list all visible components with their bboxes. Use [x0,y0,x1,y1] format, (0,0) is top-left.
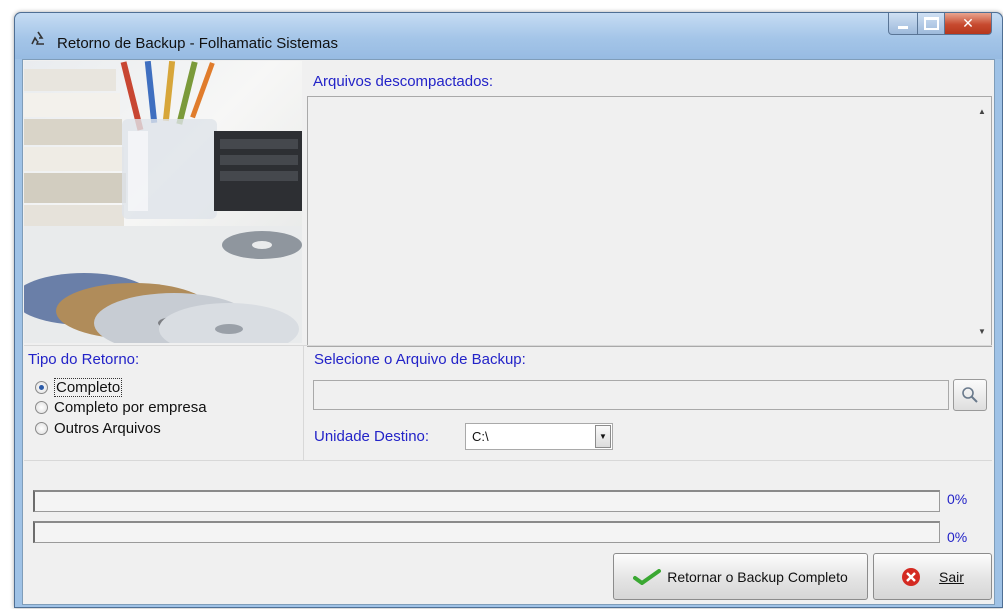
backup-restore-window: Retorno de Backup - Folhamatic Sistemas … [14,12,1003,608]
scroll-down-icon[interactable]: ▼ [978,327,986,336]
destination-label: Unidade Destino: [314,428,430,445]
extracted-files-list[interactable]: ▲ ▼ [307,96,992,347]
close-button[interactable]: ✕ [945,13,992,35]
radio-label: Completo por empresa [54,398,207,416]
minimize-button[interactable] [888,13,918,35]
window-controls: ✕ [888,13,992,35]
restore-backup-label: Retornar o Backup Completo [667,568,848,585]
chevron-down-icon[interactable]: ▼ [595,425,611,448]
recycle-icon [31,31,44,45]
backup-file-input[interactable] [313,380,949,410]
radio-button[interactable] [35,400,48,414]
files-scrollbar[interactable]: ▲ ▼ [974,97,991,346]
divider [24,345,992,346]
office-supplies-image [24,61,302,343]
radio-option-outros-arquivos[interactable]: Outros Arquivos [35,418,161,438]
decorative-photo [24,61,302,343]
progress-percent-1: 0% [947,491,968,507]
progress-percent-2: 0% [947,529,968,545]
browse-button[interactable] [953,379,987,411]
client-area: Arquivos descompactados: ▲ ▼ Tipo do Ret… [22,59,995,605]
radio-option-completo[interactable]: Completo [35,377,123,397]
magnifier-icon [962,387,978,403]
cancel-icon [902,567,921,586]
window-title: Retorno de Backup - Folhamatic Sistemas [57,35,338,52]
divider [303,346,304,460]
return-type-label: Tipo do Retorno: [28,351,140,368]
checkmark-icon [633,568,662,585]
radio-button[interactable] [35,421,48,435]
maximize-button[interactable] [918,13,945,35]
divider [24,460,992,461]
restore-backup-button[interactable]: Retornar o Backup Completo [613,553,868,600]
minimize-icon [898,26,908,29]
maximize-icon [923,17,939,30]
radio-button[interactable] [35,380,48,394]
destination-drive-select[interactable]: C:\ ▼ [465,423,613,450]
radio-option-completo-por-empresa[interactable]: Completo por empresa [35,397,207,417]
backup-file-label: Selecione o Arquivo de Backup: [314,351,526,368]
progress-bar-2 [33,521,940,543]
exit-button[interactable]: Sair [873,553,992,600]
destination-value: C:\ [472,429,489,444]
files-label: Arquivos descompactados: [313,73,494,90]
progress-bar-1 [33,490,940,512]
title-bar[interactable]: Retorno de Backup - Folhamatic Sistemas … [15,13,1002,59]
exit-label: Sair [939,568,964,585]
scroll-up-icon[interactable]: ▲ [978,107,986,116]
radio-label: Completo [54,377,123,397]
close-icon: ✕ [962,15,974,31]
radio-label: Outros Arquivos [54,419,161,437]
